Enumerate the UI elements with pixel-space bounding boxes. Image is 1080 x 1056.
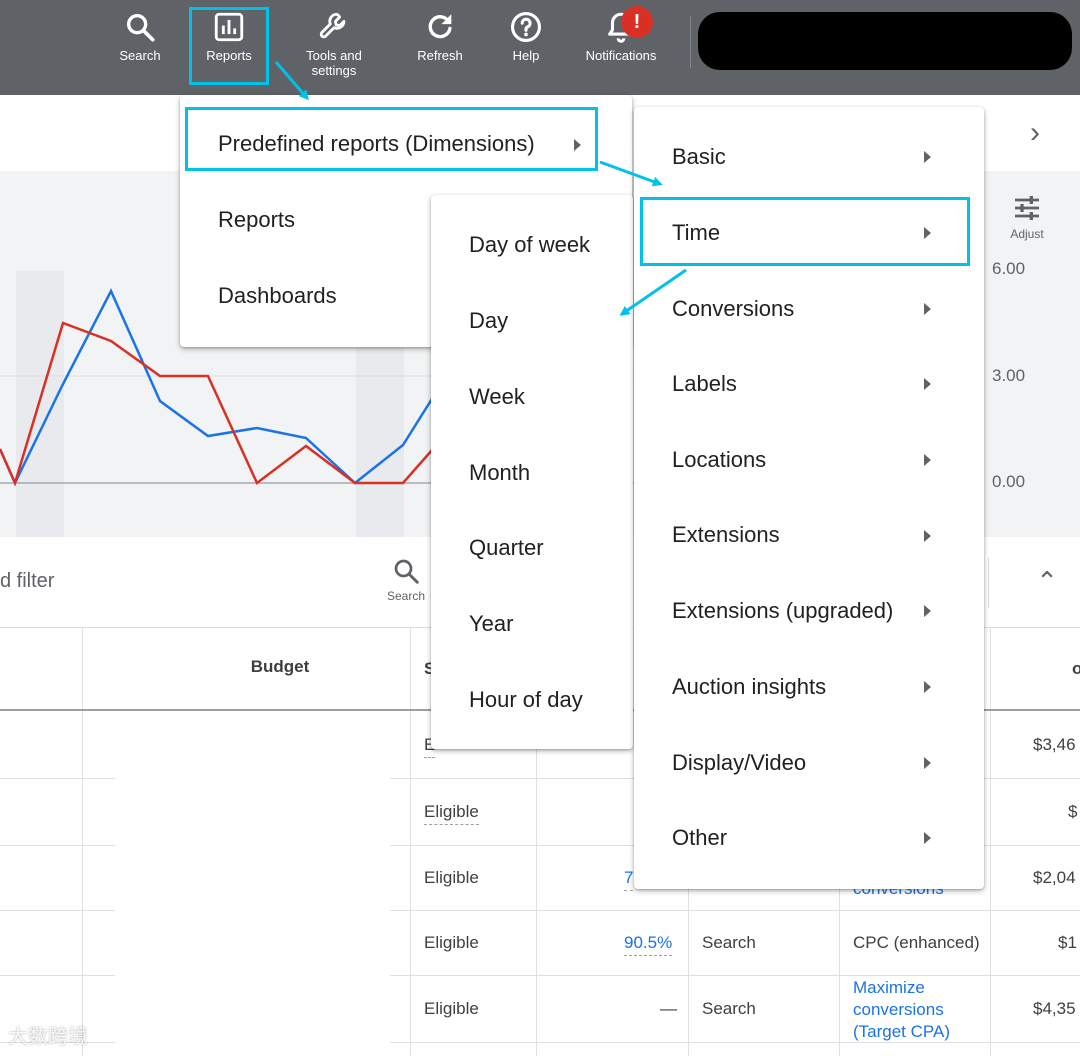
annotation-arrow: [599, 160, 663, 187]
watermark-text: 大数跨境: [8, 1026, 88, 1048]
annotation-arrow: [274, 61, 309, 101]
annotation-arrows: [274, 61, 687, 316]
annotation-arrow: [619, 268, 687, 316]
